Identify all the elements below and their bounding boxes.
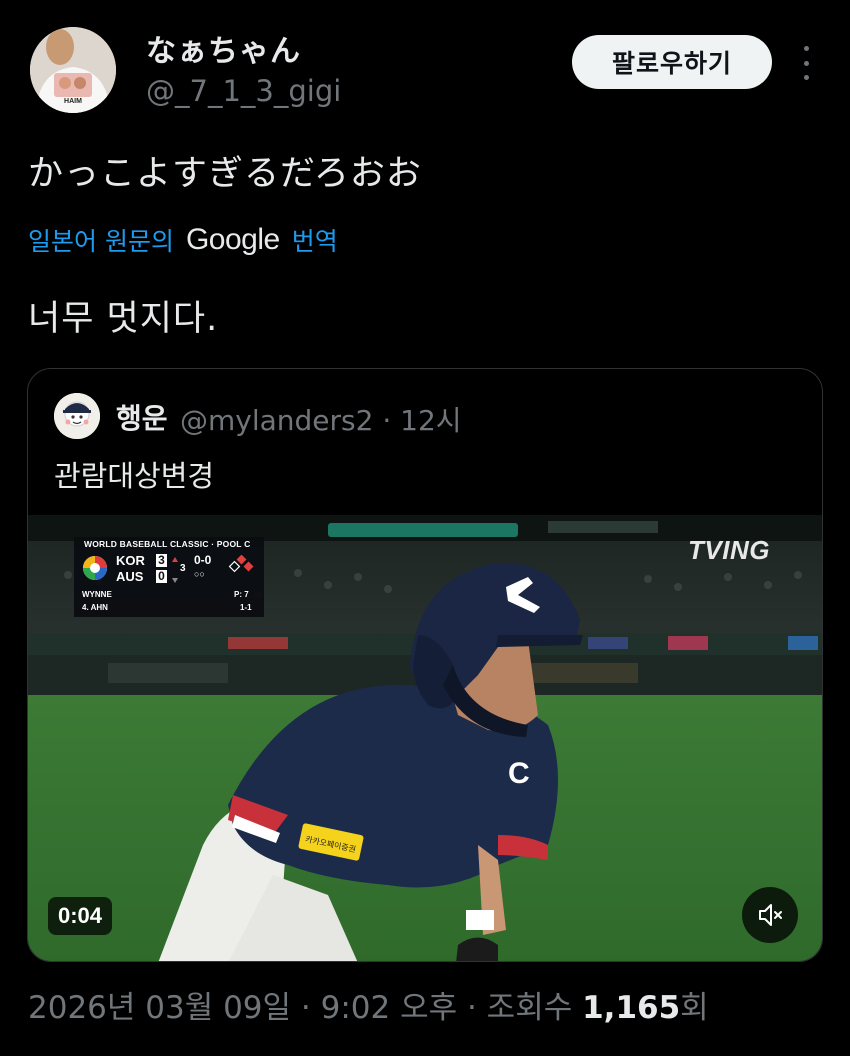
bases-diamond-icon	[228, 555, 254, 573]
more-dot	[803, 46, 809, 51]
scorebug-score1: 3	[156, 554, 167, 567]
translate-suffix: 번역	[291, 227, 338, 256]
quoted-display-name[interactable]: 행운	[116, 397, 168, 437]
mute-button[interactable]	[742, 887, 798, 943]
scorebug-pitcher: WYNNE	[82, 590, 112, 599]
inning-arrows-icon	[172, 557, 178, 583]
translate-attribution[interactable]: 일본어 원문의 Google 번역	[28, 220, 338, 260]
scorebug-title: WORLD BASEBALL CLASSIC · POOL C	[84, 539, 251, 549]
more-vertical-icon[interactable]	[796, 46, 816, 80]
view-count-suffix: 회	[680, 990, 709, 1026]
author-display-name[interactable]: なぁちゃん	[146, 26, 301, 70]
tweet-date-time[interactable]: 2026년 03월 09일 · 9:02 오후 · 조회수	[28, 990, 572, 1026]
video-player[interactable]: 카카오페이증권 C WORLD BASEBALL CLASSIC · POOL …	[28, 515, 822, 961]
speaker-muted-icon	[759, 904, 782, 926]
scorebug-batter: 4. AHN	[82, 603, 108, 612]
quoted-text: 관람대상변경	[54, 459, 215, 493]
translate-prefix: 일본어 원문의	[28, 227, 174, 256]
quoted-handle-time[interactable]: @mylanders2 · 12시	[180, 399, 462, 439]
author-handle[interactable]: @_7_1_3_gigi	[146, 74, 341, 108]
quoted-author-avatar[interactable]	[54, 393, 100, 439]
jersey-letter: C	[508, 757, 530, 790]
google-logo-text: Google	[185, 223, 280, 256]
tweet-text: かっこよすぎるだろおお	[28, 154, 422, 194]
video-duration: 0:04	[48, 897, 113, 935]
tving-watermark: TVING	[688, 535, 770, 565]
view-count: 1,165	[582, 990, 681, 1026]
scorebug-score2: 0	[156, 570, 167, 583]
avatar-image: HAIM	[30, 27, 116, 113]
author-avatar[interactable]: HAIM	[30, 27, 116, 113]
follow-button[interactable]: 팔로우하기	[572, 35, 772, 89]
scorebug-count: 0-0	[194, 553, 212, 567]
more-dot	[803, 75, 809, 80]
scorebug-team1: KOR	[116, 553, 145, 568]
scorebug-outs: ○○	[194, 569, 205, 579]
scorebug-pitch-count: P: 7	[234, 590, 249, 599]
scorebug-team2: AUS	[116, 569, 144, 584]
wbc-logo-icon	[83, 556, 107, 580]
scorebug-batter-line: 1-1	[240, 603, 252, 612]
scorebug: WORLD BASEBALL CLASSIC · POOL C KOR 3 AU…	[74, 537, 264, 617]
quoted-avatar-image	[54, 393, 100, 439]
more-dot	[803, 60, 809, 66]
translated-text: 너무 멋지다.	[28, 299, 219, 339]
avatar-shirt-text: HAIM	[64, 98, 82, 105]
quoted-tweet-card[interactable]: 행운 @mylanders2 · 12시 관람대상변경 카카오페이증권 C WO…	[27, 368, 823, 962]
tweet-metadata: 2026년 03월 09일 · 9:02 오후 · 조회수 1,165회	[28, 982, 709, 1027]
scorebug-inning: 3	[180, 563, 186, 574]
